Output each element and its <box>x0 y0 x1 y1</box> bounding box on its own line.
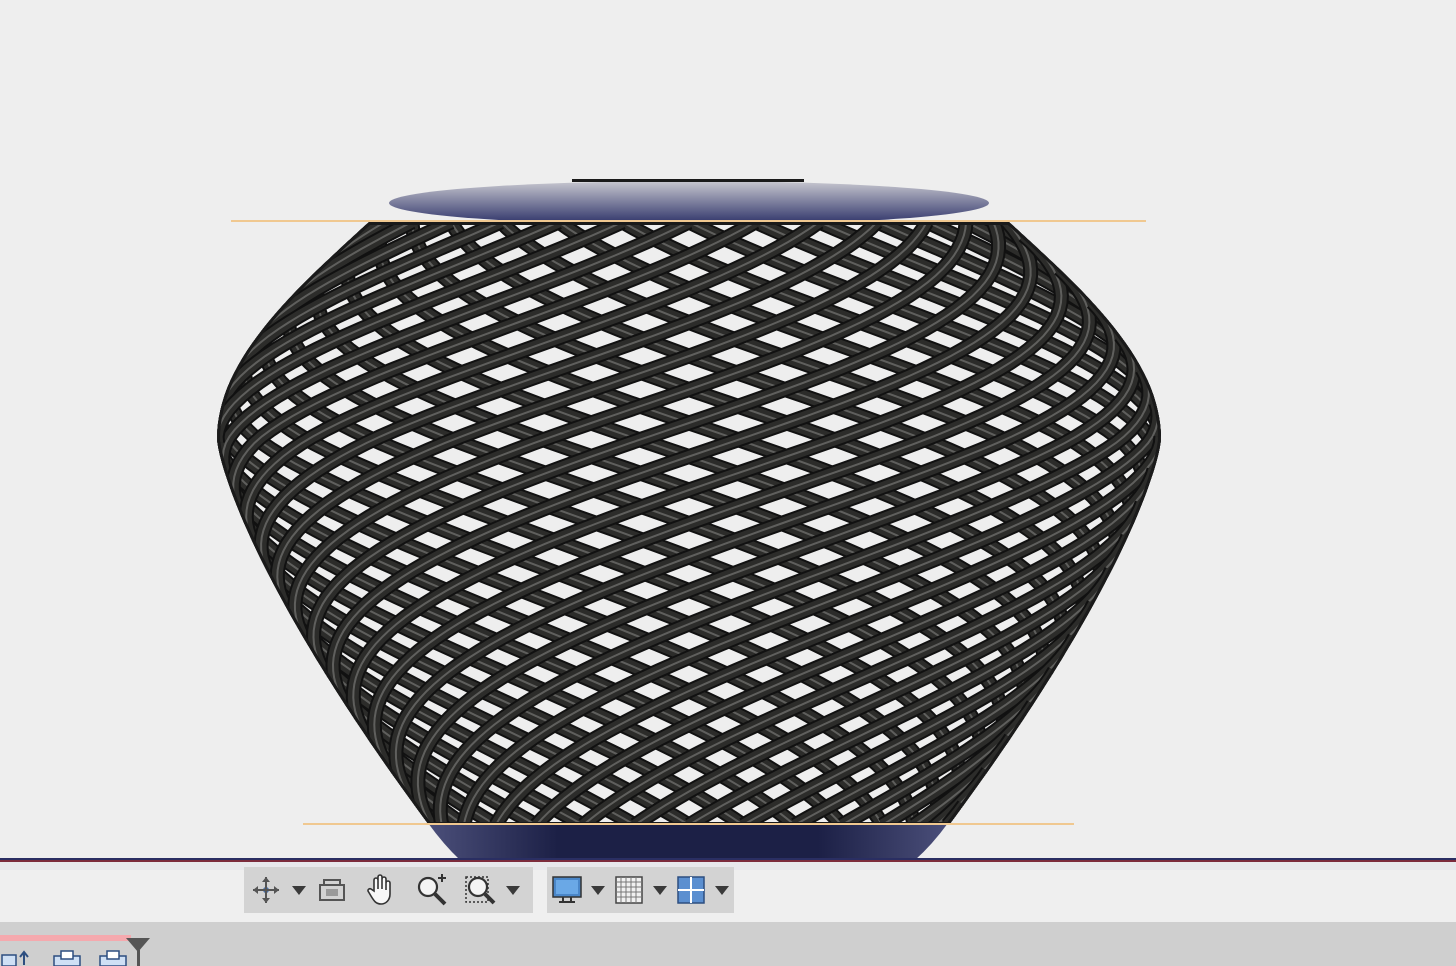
display-settings-button[interactable] <box>547 867 587 913</box>
zoom-window-icon <box>465 876 496 905</box>
timeline-progress <box>0 935 131 941</box>
vase-foot <box>428 823 948 860</box>
navigation-toolbar-left <box>244 867 533 913</box>
zoom-window-dropdown[interactable] <box>502 867 524 913</box>
display-settings-dropdown[interactable] <box>587 867 609 913</box>
chevron-down-icon <box>506 885 520 895</box>
grid-icon <box>615 876 643 904</box>
timeline-marker-stem <box>137 950 140 966</box>
display-settings-icon <box>552 876 582 903</box>
viewports-button[interactable] <box>671 867 711 913</box>
pan-button[interactable] <box>354 867 406 913</box>
vase-lattice <box>217 222 1161 825</box>
look-at-icon <box>319 879 345 901</box>
vase-rim-edge <box>572 179 804 182</box>
timeline-bar[interactable] <box>0 922 1456 966</box>
viewports-dropdown[interactable] <box>711 867 733 913</box>
grid-button[interactable] <box>609 867 649 913</box>
zoom-button[interactable] <box>406 867 458 913</box>
canvas-viewport[interactable] <box>0 0 1456 862</box>
chevron-down-icon <box>653 885 667 895</box>
vase-rim-surface <box>389 181 989 225</box>
viewports-icon <box>677 876 705 904</box>
vase-rim <box>389 179 989 225</box>
orbit-button[interactable] <box>244 867 288 913</box>
vase-base <box>428 823 948 860</box>
look-at-button[interactable] <box>310 867 354 913</box>
feature-component-icon[interactable] <box>96 949 130 966</box>
chevron-down-icon <box>292 885 306 895</box>
orbit-dropdown[interactable] <box>288 867 310 913</box>
navigation-toolbar-right <box>547 867 734 913</box>
feature-sketch-icon[interactable] <box>0 949 34 966</box>
zoom-window-button[interactable] <box>458 867 502 913</box>
chevron-down-icon <box>591 885 605 895</box>
zoom-icon <box>417 874 447 906</box>
pan-hand-icon <box>367 874 391 905</box>
chevron-down-icon <box>715 885 729 895</box>
feature-component-icon[interactable] <box>50 949 84 966</box>
lattice-vase-model[interactable] <box>0 0 1456 862</box>
grid-dropdown[interactable] <box>649 867 671 913</box>
orbit-icon <box>253 877 279 903</box>
